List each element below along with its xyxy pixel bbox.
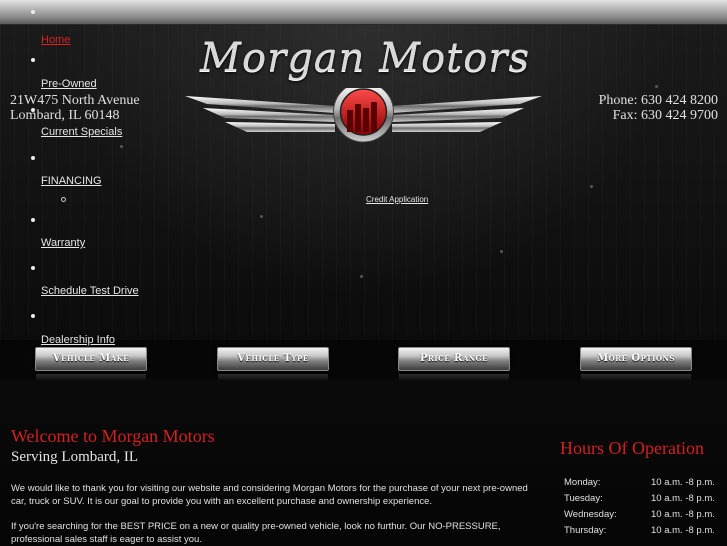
hours-time: 10 a.m. -8 p.m.	[651, 493, 715, 504]
nav-item-schedule-test-drive[interactable]: Schedule Test Drive	[41, 285, 139, 297]
phone-number: Phone: 630 424 8200	[598, 93, 718, 108]
vehicle-type-label: Vehicle Type	[237, 353, 309, 364]
sparkle-decoration	[360, 275, 363, 278]
nav-bullet	[31, 314, 35, 318]
hours-time: 10 a.m. -8 p.m.	[651, 525, 715, 536]
hours-day: Thursday:	[564, 525, 607, 536]
nav-item-financing[interactable]: FINANCING	[41, 175, 102, 187]
hours-day: Wednesday:	[564, 509, 617, 520]
brand-logo-text: Morgan Motors	[200, 35, 530, 81]
price-range-label: Price Range	[420, 353, 488, 364]
more-options-button[interactable]: More Options	[580, 347, 692, 382]
nav-bullet	[31, 108, 35, 112]
price-range-button[interactable]: Price Range	[398, 347, 510, 382]
nav-bullet	[31, 10, 35, 14]
top-bar	[0, 0, 727, 25]
fax-number: Fax: 630 424 9700	[612, 108, 718, 123]
sparkle-decoration	[655, 85, 658, 88]
nav-subitem-credit-application[interactable]: Credit Application	[366, 195, 428, 204]
vehicle-type-button[interactable]: Vehicle Type	[217, 347, 329, 382]
more-options-label: More Options	[597, 353, 675, 364]
vehicle-make-label: Vehicle Make	[52, 353, 130, 364]
vehicle-make-button[interactable]: Vehicle Make	[35, 347, 147, 382]
sparkle-decoration	[260, 215, 263, 218]
dealer-address: 21W475 North Avenue Lombard, IL 60148	[10, 93, 140, 123]
sparkle-decoration	[590, 185, 593, 188]
welcome-paragraph-1: We would like to thank you for visiting …	[11, 483, 528, 507]
hours-title: Hours Of Operation	[560, 438, 704, 458]
nav-sub-bullet	[61, 197, 66, 202]
hours-time: 10 a.m. -8 p.m.	[651, 509, 715, 520]
nav-bullet	[31, 218, 35, 222]
sparkle-decoration	[120, 145, 123, 148]
welcome-title: Welcome to Morgan Motors	[11, 426, 215, 446]
nav-bullet	[31, 266, 35, 270]
address-line-2: Lombard, IL 60148	[10, 108, 120, 123]
nav-item-pre-owned[interactable]: Pre-Owned	[41, 78, 97, 90]
dealer-contact: Phone: 630 424 8200 Fax: 630 424 9700	[599, 93, 718, 123]
nav-bullet	[31, 156, 35, 160]
hours-day: Tuesday:	[564, 493, 603, 504]
hours-day: Monday:	[564, 477, 601, 488]
address-line-1: 21W475 North Avenue	[10, 93, 140, 108]
sparkle-decoration	[500, 250, 503, 253]
hours-time: 10 a.m. -8 p.m.	[651, 477, 715, 488]
welcome-subtitle: Serving Lombard, IL	[11, 449, 139, 465]
nav-item-warranty[interactable]: Warranty	[41, 237, 85, 249]
nav-bullet	[31, 58, 35, 62]
nav-item-dealership-info[interactable]: Dealership Info	[41, 334, 115, 346]
nav-item-home[interactable]: Home	[41, 34, 70, 46]
nav-item-current-specials[interactable]: Current Specials	[41, 126, 122, 138]
winged-emblem-logo	[185, 88, 542, 143]
welcome-paragraph-2: If you're searching for the BEST PRICE o…	[11, 521, 501, 545]
